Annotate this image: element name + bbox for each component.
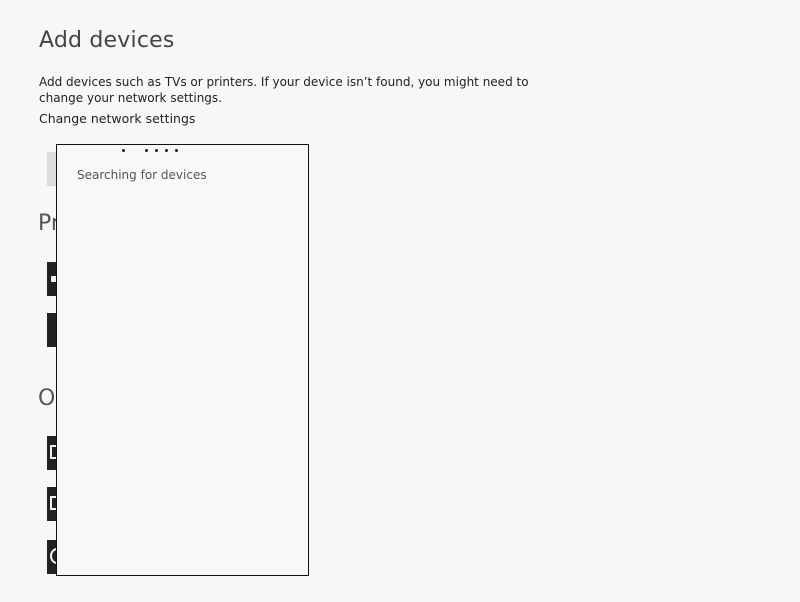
progress-dot [165,149,168,152]
page-title: Add devices [39,28,175,53]
progress-indicator [57,149,308,153]
search-status-text: Searching for devices [77,168,207,182]
page-description: Add devices such as TVs or printers. If … [39,75,529,105]
progress-dot [122,149,125,152]
other-devices-section-heading: O [38,386,56,411]
progress-dot [145,149,148,152]
progress-dot [175,149,178,152]
change-network-settings-link[interactable]: Change network settings [39,111,195,126]
progress-dot [155,149,158,152]
device-search-flyout: Searching for devices [56,144,309,576]
